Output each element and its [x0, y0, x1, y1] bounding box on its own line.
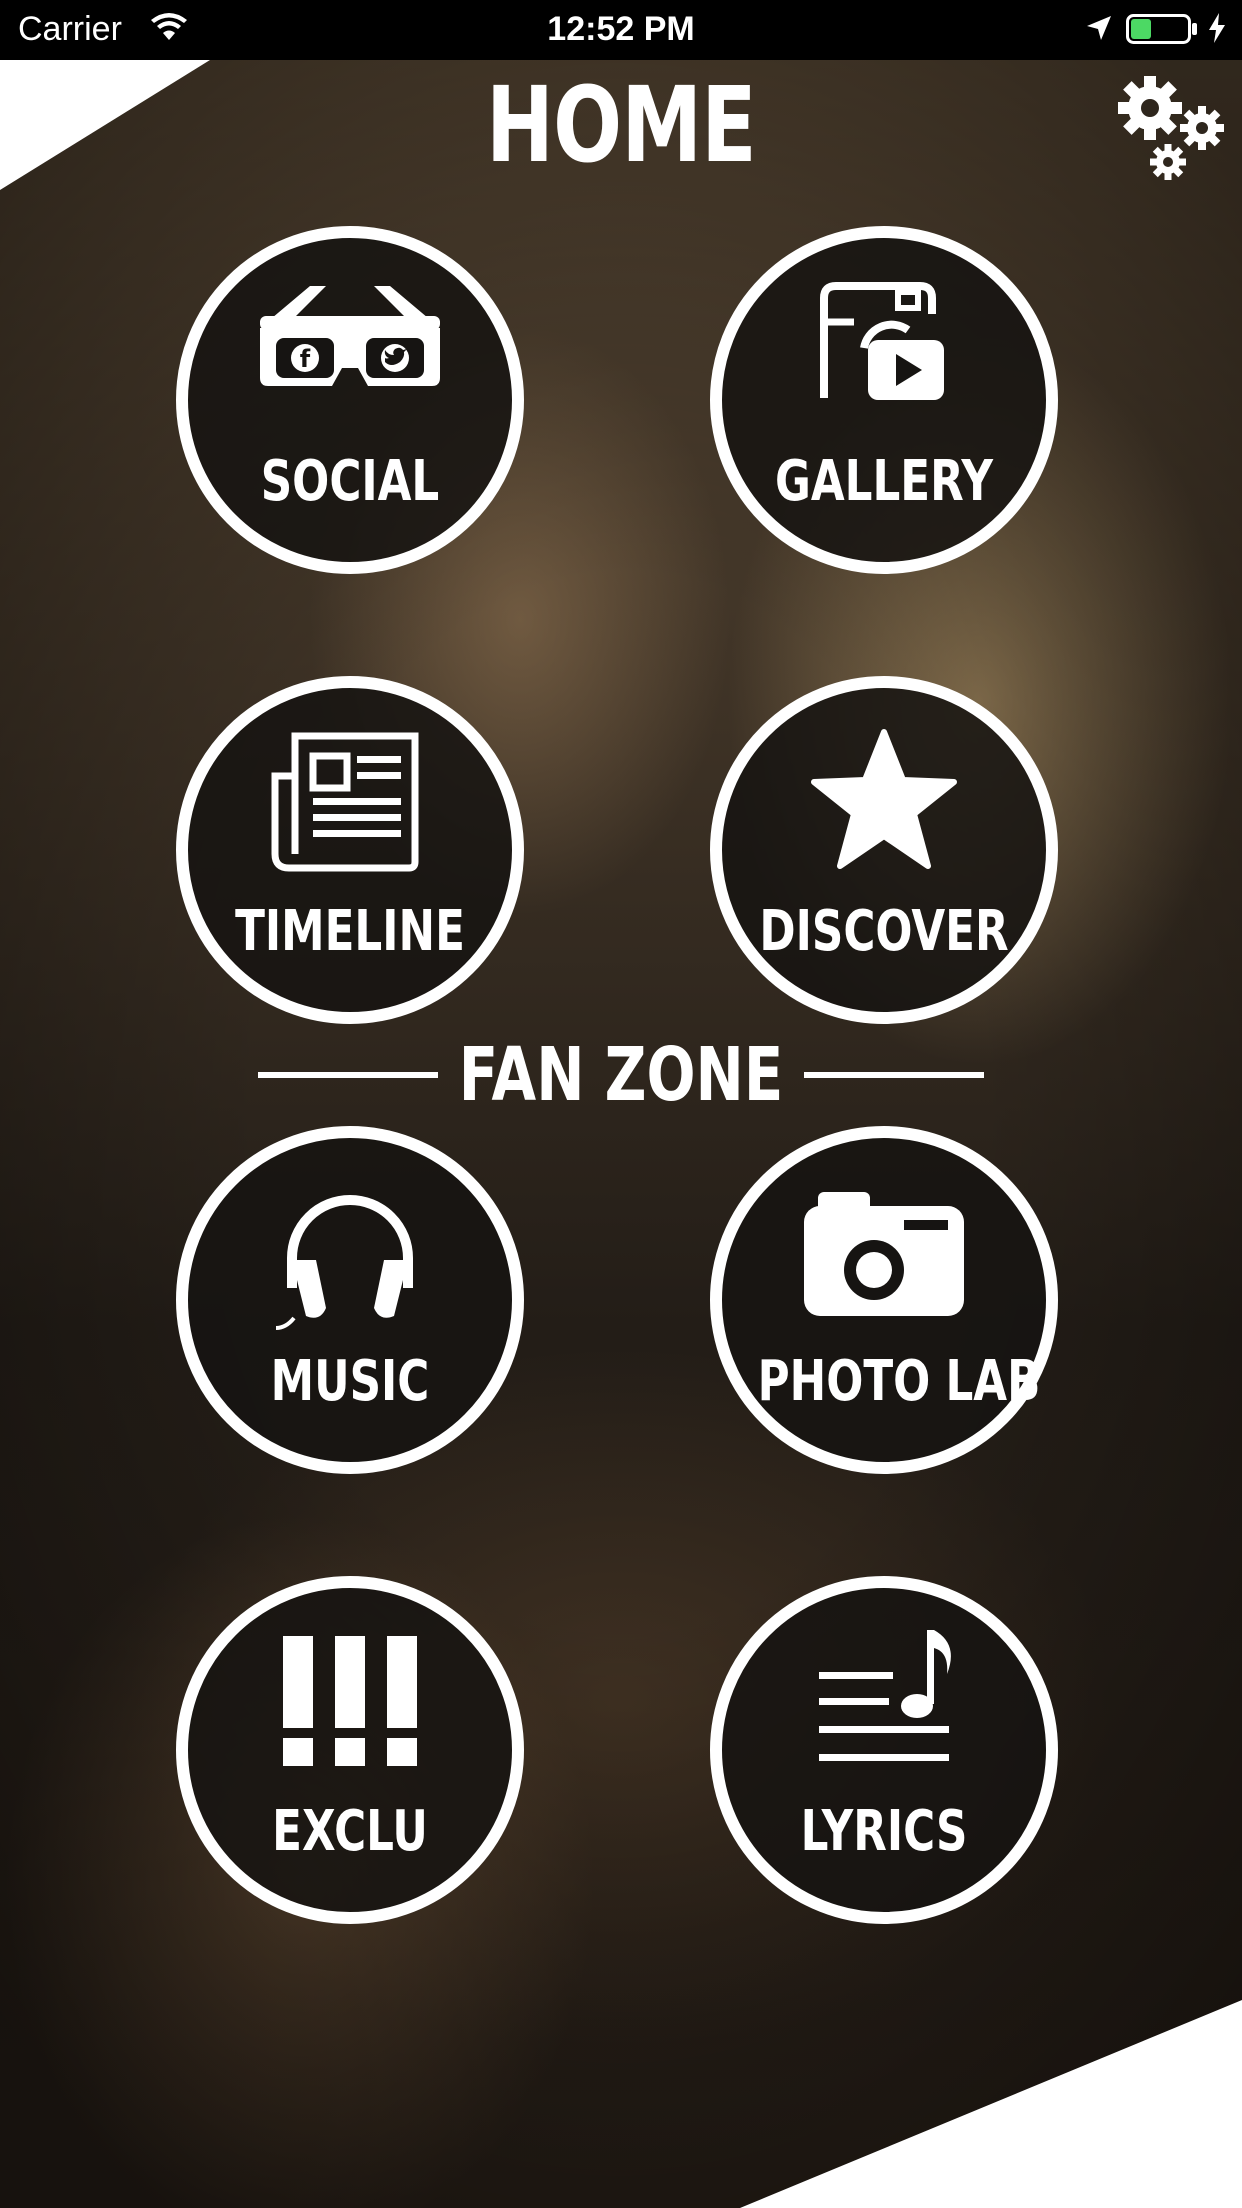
exclu-label: EXCLU — [272, 1799, 428, 1864]
exclu-button[interactable]: EXCLU — [176, 1576, 524, 1924]
timeline-button[interactable]: TIMELINE — [176, 676, 524, 1024]
home-screen: Carrier 12:52 PM HOME f SOCIAL GALLERY T… — [0, 0, 1242, 2208]
location-arrow-icon — [1087, 16, 1111, 40]
discover-label: DISCOVER — [759, 899, 1009, 964]
status-time: 12:52 PM — [547, 10, 695, 48]
page-title: HOME — [486, 64, 757, 186]
star-icon — [811, 729, 957, 869]
lyrics-button[interactable]: LYRICS — [710, 1576, 1058, 1924]
camera-icon — [804, 1192, 964, 1316]
status-bar: Carrier 12:52 PM — [0, 0, 1242, 60]
charging-bolt-icon — [1209, 13, 1225, 43]
settings-button[interactable] — [1110, 70, 1230, 180]
social-glasses-icon: f — [260, 286, 440, 386]
lyrics-note-icon — [819, 1630, 951, 1761]
photo-lab-label: PHOTO LAB — [757, 1349, 1041, 1414]
timeline-label: TIMELINE — [235, 899, 465, 964]
music-button[interactable]: MUSIC — [176, 1126, 524, 1474]
battery-icon — [1126, 14, 1197, 44]
music-label: MUSIC — [270, 1349, 430, 1414]
headphones-icon — [275, 1195, 413, 1330]
newspaper-icon — [271, 732, 419, 872]
gallery-label: GALLERY — [774, 449, 994, 514]
exclamation-icon — [283, 1636, 417, 1766]
fan-zone-section-header: FAN ZONE — [0, 1030, 1242, 1120]
photo-lab-button[interactable]: PHOTO LAB — [710, 1126, 1058, 1474]
lyrics-label: LYRICS — [800, 1799, 968, 1864]
svg-text:f: f — [300, 345, 311, 373]
gallery-button[interactable]: GALLERY — [710, 226, 1058, 574]
social-button[interactable]: f SOCIAL — [176, 226, 524, 574]
social-label: SOCIAL — [260, 449, 440, 514]
fan-zone-right-divider — [804, 1072, 984, 1078]
discover-button[interactable]: DISCOVER — [710, 676, 1058, 1024]
gallery-camera-video-icon — [820, 282, 944, 400]
gears-icon — [1118, 76, 1224, 180]
